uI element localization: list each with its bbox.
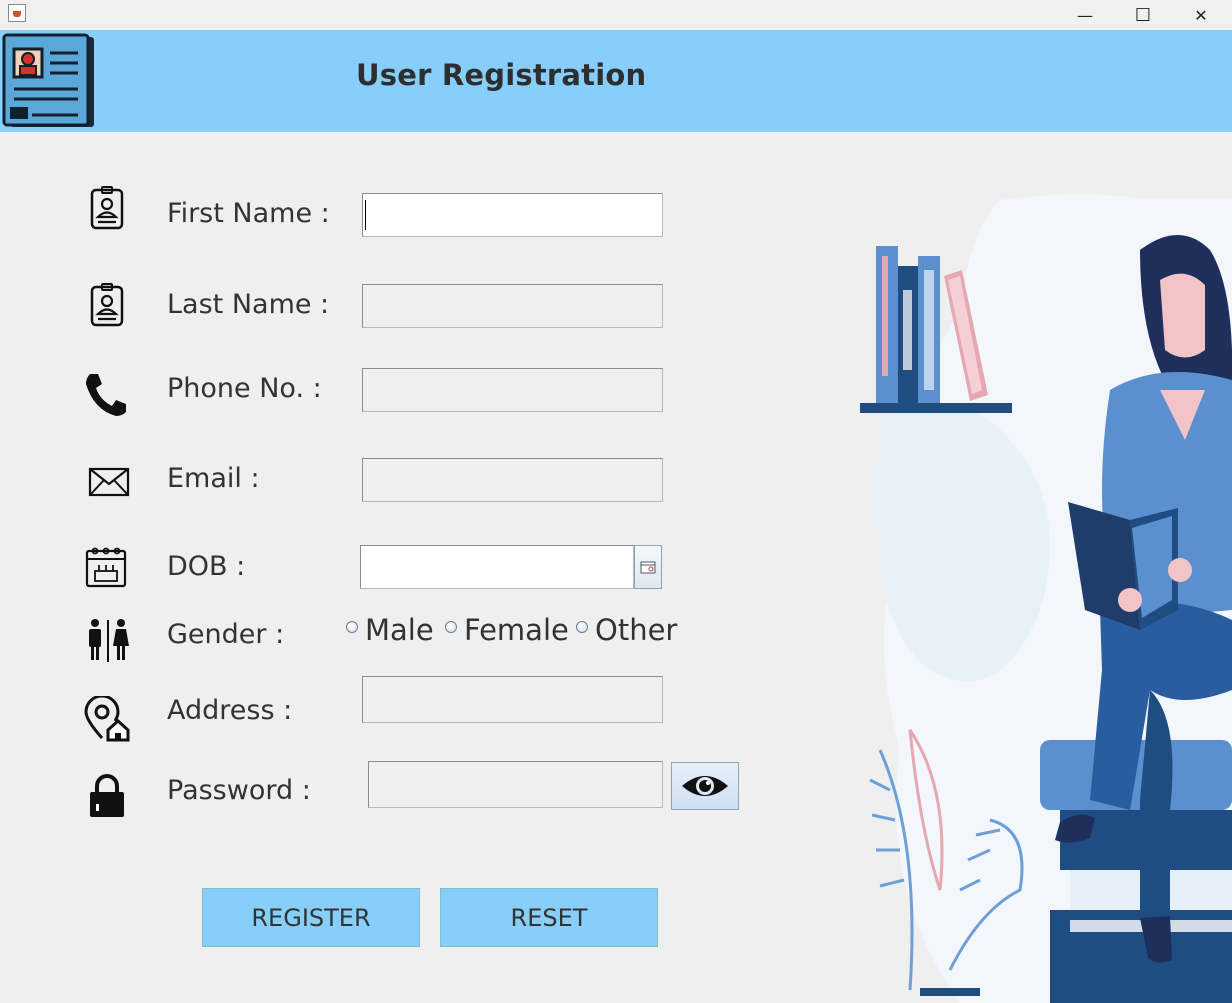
id-badge-icon [90, 283, 124, 327]
phone-input[interactable] [362, 368, 663, 412]
calendar-icon [640, 561, 656, 574]
gender-radio-female[interactable]: Female [445, 613, 569, 647]
reset-button[interactable]: RESET [440, 888, 658, 947]
phone-icon [86, 374, 126, 416]
radio-button[interactable] [346, 621, 358, 633]
eye-icon [682, 776, 728, 796]
first-name-input[interactable] [362, 193, 663, 237]
page-title: User Registration [356, 58, 647, 92]
phone-label: Phone No. : [167, 373, 322, 404]
java-app-icon [8, 4, 26, 22]
last-name-input[interactable] [362, 284, 663, 328]
date-picker-button[interactable] [634, 545, 662, 589]
address-input[interactable] [362, 676, 663, 723]
password-label: Password : [167, 775, 311, 806]
home-location-icon [84, 696, 130, 742]
birthday-calendar-icon [85, 547, 127, 588]
maximize-button[interactable]: ☐ [1114, 0, 1172, 30]
register-button[interactable]: REGISTER [202, 888, 420, 947]
text-caret [365, 200, 366, 230]
lock-icon [90, 774, 124, 817]
show-password-button[interactable] [671, 762, 739, 810]
radio-label: Other [595, 613, 678, 647]
radio-button[interactable] [445, 621, 457, 633]
address-label: Address : [167, 695, 293, 726]
dob-input[interactable] [360, 545, 634, 589]
close-button[interactable]: ✕ [1172, 0, 1230, 30]
radio-label: Female [464, 613, 569, 647]
email-label: Email : [167, 463, 260, 494]
header-banner: User Registration [0, 30, 1232, 132]
gender-radio-other[interactable]: Other [576, 613, 677, 647]
id-badge-icon [90, 186, 124, 230]
password-input[interactable] [368, 761, 663, 808]
radio-label: Male [365, 613, 434, 647]
gender-label: Gender : [167, 619, 285, 650]
email-input[interactable] [362, 458, 663, 502]
last-name-label: Last Name : [167, 289, 330, 320]
id-card-logo-icon [2, 33, 94, 127]
first-name-label: First Name : [167, 198, 330, 229]
minimize-button[interactable]: — [1056, 0, 1114, 30]
dob-label: DOB : [167, 551, 246, 582]
envelope-icon [88, 467, 130, 497]
gender-radio-male[interactable]: Male [346, 613, 434, 647]
radio-button[interactable] [576, 621, 588, 633]
woman-reading-illustration [860, 194, 1232, 1003]
gender-icon [89, 619, 129, 662]
window-titlebar: — ☐ ✕ [0, 0, 1232, 30]
